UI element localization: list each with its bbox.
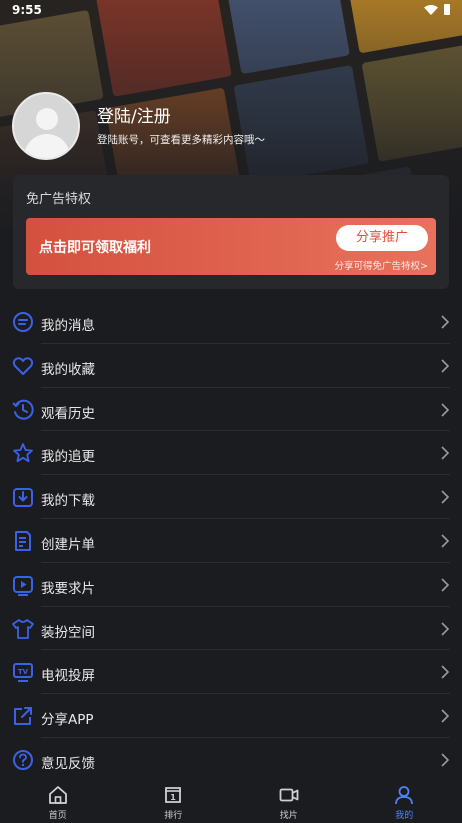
menu-item-request-video[interactable]: 我要求片 — [0, 563, 462, 607]
menu-item-label: 观看历史 — [41, 405, 95, 422]
menu-item-messages[interactable]: 我的消息 — [0, 300, 462, 344]
menu-item-following[interactable]: 我的追更 — [0, 431, 462, 476]
menu-item-downloads[interactable]: 我的下载 — [0, 475, 462, 519]
menu-item-tv-cast[interactable]: TV 电视投屏 — [0, 650, 462, 695]
menu-item-label: 创建片单 — [41, 536, 95, 553]
chevron-right-icon — [441, 753, 450, 767]
chevron-right-icon — [441, 490, 450, 504]
menu-item-create-playlist[interactable]: 创建片单 — [0, 519, 462, 563]
star-icon — [13, 443, 33, 463]
status-bar: 9:55 — [0, 0, 462, 22]
battery-icon — [444, 4, 450, 15]
wifi-icon — [424, 5, 438, 15]
menu-item-share-app[interactable]: 分享APP — [0, 694, 462, 738]
login-subtitle: 登陆账号，可查看更多精彩内容哦～ — [97, 133, 265, 146]
status-time: 9:55 — [12, 3, 42, 17]
ranking-icon: 1 — [165, 787, 182, 803]
chevron-right-icon — [441, 403, 450, 417]
svg-text:TV: TV — [18, 668, 29, 676]
chevron-right-icon — [441, 665, 450, 679]
chevron-right-icon — [441, 446, 450, 460]
menu-item-feedback[interactable]: 意见反馈 — [0, 738, 462, 782]
tab-find-video[interactable]: 找片 — [231, 780, 347, 823]
chevron-right-icon — [441, 534, 450, 548]
history-icon — [12, 399, 34, 420]
menu-item-label: 我的消息 — [41, 318, 95, 334]
tab-label: 排行 — [164, 811, 183, 821]
profile-header[interactable]: 登陆/注册 登陆账号，可查看更多精彩内容哦～ — [12, 92, 265, 160]
menu-item-dress-up[interactable]: 装扮空间 — [0, 607, 462, 651]
menu-item-label: 我的追更 — [41, 449, 95, 466]
play-request-icon — [13, 575, 33, 596]
tab-label: 找片 — [279, 811, 298, 821]
tv-cast-icon: TV — [13, 663, 33, 683]
tab-label: 我的 — [395, 811, 414, 821]
feedback-icon — [13, 749, 33, 770]
menu-item-history[interactable]: 观看历史 — [0, 388, 462, 432]
menu-item-label: 我的收藏 — [41, 361, 95, 378]
avatar[interactable] — [12, 92, 80, 160]
chevron-right-icon — [441, 359, 450, 373]
chevron-right-icon — [441, 709, 450, 723]
home-icon — [48, 786, 67, 804]
welfare-text: 点击即可领取福利 — [39, 240, 151, 256]
heart-icon — [12, 357, 34, 375]
tab-mine[interactable]: 我的 — [347, 780, 462, 823]
menu-list: 我的消息 我的收藏 观看历史 我的追更 我的下载 创建片单 我要求片 装扮空间 … — [0, 300, 462, 782]
ad-free-title: 免广告特权 — [26, 192, 92, 207]
menu-item-label: 装扮空间 — [41, 624, 95, 641]
shirt-icon — [12, 618, 34, 639]
playlist-icon — [15, 530, 31, 551]
menu-item-label: 分享APP — [41, 712, 94, 729]
login-register-link[interactable]: 登陆/注册 — [97, 106, 265, 128]
download-icon — [13, 488, 33, 508]
ad-free-card: 免广告特权 点击即可领取福利 分享推广 分享可得免广告特权> — [13, 175, 449, 289]
menu-item-label: 电视投屏 — [41, 668, 95, 685]
svg-text:1: 1 — [170, 793, 176, 802]
tab-label: 首页 — [48, 811, 67, 821]
menu-item-label: 意见反馈 — [41, 755, 95, 772]
chevron-right-icon — [441, 578, 450, 592]
message-icon — [13, 312, 33, 332]
chevron-right-icon — [441, 622, 450, 636]
tab-ranking[interactable]: 1 排行 — [116, 780, 232, 823]
user-icon — [395, 786, 414, 805]
welfare-banner[interactable]: 点击即可领取福利 分享推广 分享可得免广告特权> — [26, 218, 436, 275]
share-icon — [14, 707, 32, 726]
tab-home[interactable]: 首页 — [0, 780, 116, 823]
chevron-right-icon — [441, 315, 450, 329]
menu-item-label: 我的下载 — [41, 493, 95, 510]
menu-item-label: 我要求片 — [41, 580, 95, 597]
bottom-tab-bar: 首页 1 排行 找片 我的 — [0, 780, 462, 823]
share-hint-link[interactable]: 分享可得免广告特权> — [335, 258, 428, 272]
menu-item-favorites[interactable]: 我的收藏 — [0, 344, 462, 388]
video-camera-icon — [279, 788, 299, 802]
share-promote-button[interactable]: 分享推广 — [336, 225, 428, 251]
